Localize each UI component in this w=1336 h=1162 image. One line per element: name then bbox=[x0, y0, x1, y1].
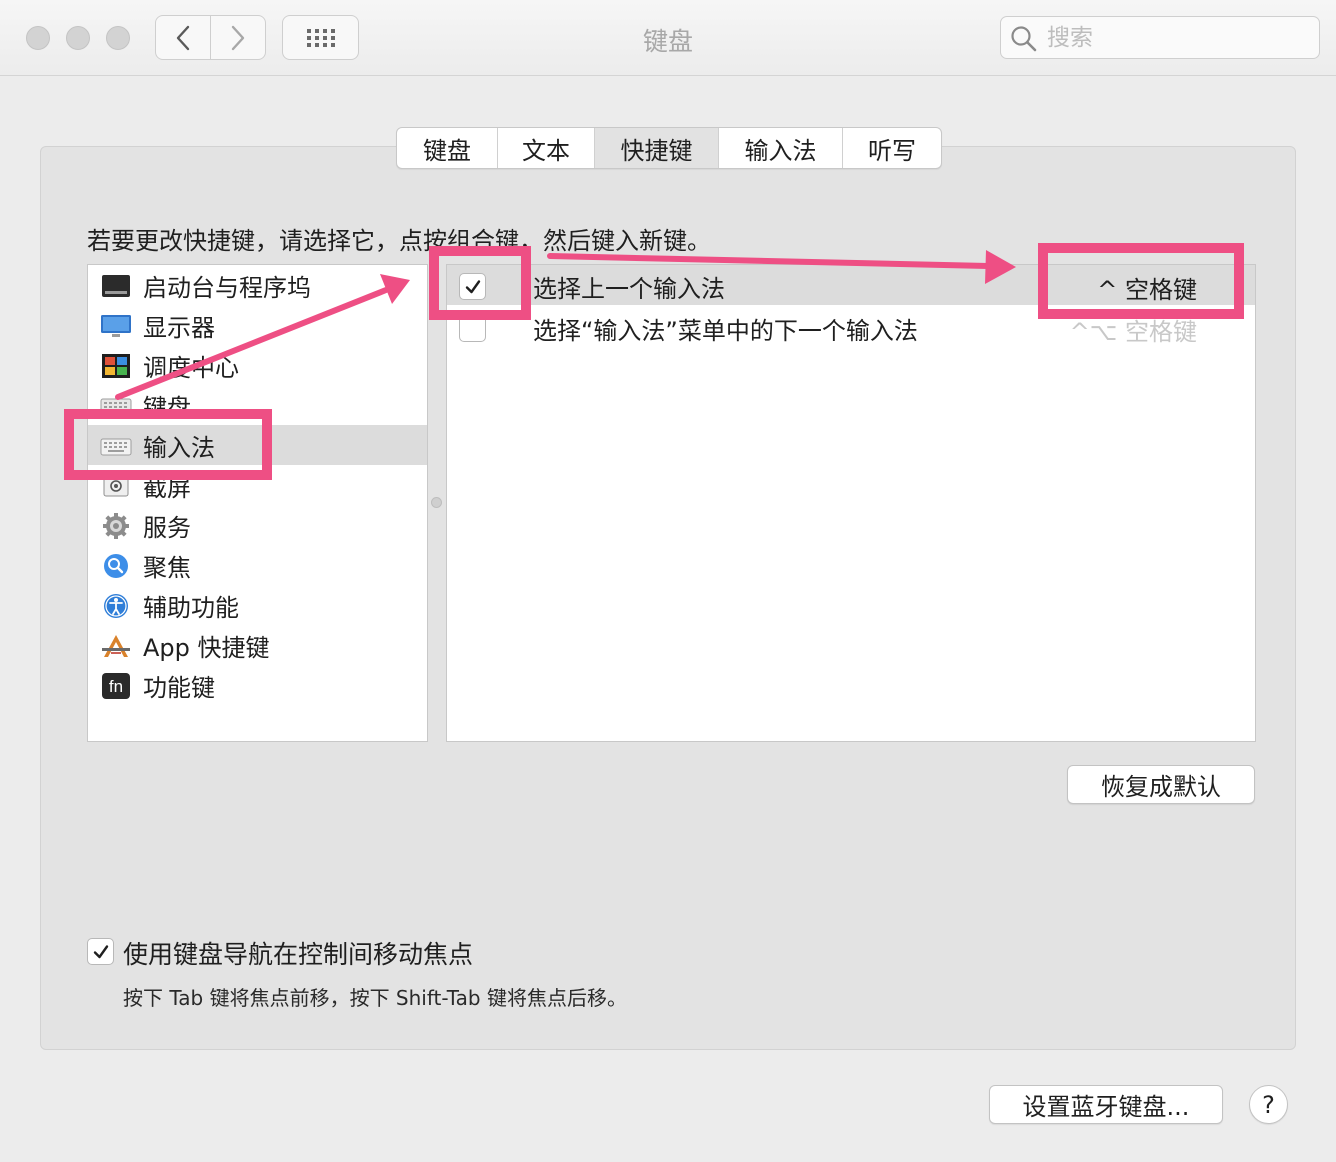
category-display[interactable]: 显示器 bbox=[88, 305, 427, 345]
category-label: 启动台与程序坞 bbox=[143, 274, 311, 302]
category-label: 截屏 bbox=[143, 474, 191, 502]
shortcut-label: 选择“输入法”菜单中的下一个输入法 bbox=[533, 317, 918, 345]
category-label: 调度中心 bbox=[143, 354, 239, 382]
tab-text[interactable]: 文本 bbox=[498, 128, 595, 168]
fn-key-text: fn bbox=[109, 677, 123, 696]
shortcut-label: 选择上一个输入法 bbox=[533, 275, 725, 303]
app-shortcuts-icon bbox=[102, 635, 130, 657]
launchpad-dock-icon bbox=[102, 275, 130, 297]
tab-dictation[interactable]: 听写 bbox=[843, 128, 941, 168]
mission-control-icon bbox=[102, 354, 130, 378]
keyboard-icon bbox=[100, 398, 132, 416]
category-app-shortcuts[interactable]: App 快捷键 bbox=[88, 625, 427, 665]
search-icon bbox=[1011, 26, 1037, 52]
category-label: 服务 bbox=[143, 514, 191, 542]
instruction-text: 若要更改快捷键，请选择它，点按组合键，然后键入新键。 bbox=[87, 227, 711, 255]
tab-keyboard[interactable]: 键盘 bbox=[397, 128, 498, 168]
accessibility-icon bbox=[104, 594, 128, 618]
category-accessibility[interactable]: 辅助功能 bbox=[88, 585, 427, 625]
shortcut-key[interactable]: ^ 空格键 bbox=[1097, 270, 1197, 305]
category-label: 键盘 bbox=[143, 394, 191, 422]
category-spotlight[interactable]: 聚焦 bbox=[88, 545, 427, 585]
category-function-keys[interactable]: fn 功能键 bbox=[88, 665, 427, 705]
shortcut-enable-checkbox[interactable] bbox=[459, 315, 486, 342]
help-button[interactable]: ? bbox=[1249, 1085, 1288, 1124]
shortcut-enable-checkbox[interactable] bbox=[459, 273, 486, 300]
restore-defaults-button[interactable]: 恢复成默认 bbox=[1067, 765, 1255, 804]
shortcut-list[interactable]: 选择上一个输入法 ^ 空格键 选择“输入法”菜单中的下一个输入法 ^⌥ 空格键 bbox=[446, 264, 1256, 742]
display-icon bbox=[101, 315, 131, 337]
category-label: 功能键 bbox=[143, 674, 215, 702]
tab-input-sources[interactable]: 输入法 bbox=[719, 128, 843, 168]
search-input[interactable] bbox=[1045, 21, 1309, 55]
fn-key-icon: fn bbox=[102, 673, 130, 699]
setup-bluetooth-keyboard-button[interactable]: 设置蓝牙键盘... bbox=[989, 1085, 1223, 1124]
split-view-handle[interactable] bbox=[431, 497, 442, 508]
category-launchpad-dock[interactable]: 启动台与程序坞 bbox=[88, 265, 427, 305]
category-label: 输入法 bbox=[143, 434, 215, 462]
category-screenshots[interactable]: 截屏 bbox=[88, 465, 427, 505]
shortcut-category-list[interactable]: 启动台与程序坞 显示器 调度中心 键盘 输入法 截屏 服务 聚焦 辅助功能 Ap… bbox=[87, 264, 428, 742]
input-source-icon bbox=[100, 438, 132, 456]
checkmark-icon bbox=[465, 279, 480, 293]
category-label: 聚焦 bbox=[143, 554, 191, 582]
shortcut-row-previous-input-source[interactable]: 选择上一个输入法 ^ 空格键 bbox=[447, 265, 1255, 305]
keyboard-navigation-checkbox[interactable] bbox=[87, 938, 114, 965]
category-keyboard[interactable]: 键盘 bbox=[88, 385, 427, 425]
keyboard-navigation-description: 按下 Tab 键将焦点前移，按下 Shift-Tab 键将焦点后移。 bbox=[123, 986, 627, 1010]
keyboard-navigation-label[interactable]: 使用键盘导航在控制间移动焦点 bbox=[123, 935, 473, 971]
shortcut-key[interactable]: ^⌥ 空格键 bbox=[1070, 312, 1197, 347]
gear-icon bbox=[103, 513, 129, 539]
category-input-sources[interactable]: 输入法 bbox=[88, 425, 427, 465]
title-bar: 键盘 bbox=[0, 0, 1336, 76]
spotlight-icon bbox=[104, 554, 128, 578]
category-label: 显示器 bbox=[143, 314, 215, 342]
category-label: App 快捷键 bbox=[143, 634, 270, 662]
category-mission-control[interactable]: 调度中心 bbox=[88, 345, 427, 385]
screenshot-icon bbox=[103, 475, 129, 497]
category-label: 辅助功能 bbox=[143, 594, 239, 622]
search-field[interactable] bbox=[1000, 16, 1320, 59]
tab-shortcuts[interactable]: 快捷键 bbox=[595, 128, 719, 168]
category-services[interactable]: 服务 bbox=[88, 505, 427, 545]
checkmark-icon bbox=[93, 944, 108, 958]
tab-bar: 键盘 文本 快捷键 输入法 听写 bbox=[396, 127, 942, 169]
shortcut-row-next-input-source[interactable]: 选择“输入法”菜单中的下一个输入法 ^⌥ 空格键 bbox=[447, 307, 1255, 347]
